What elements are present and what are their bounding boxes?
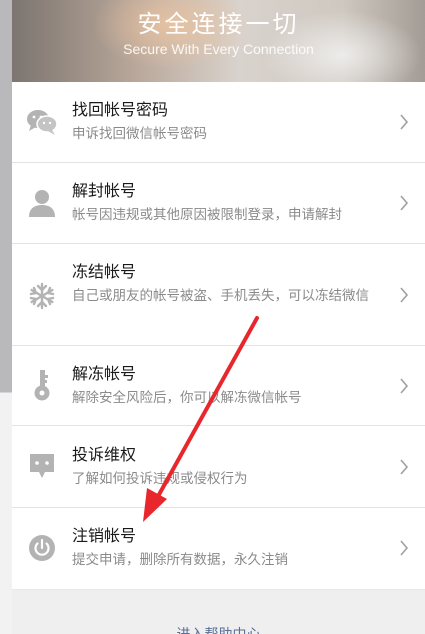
chevron-right-icon — [400, 378, 409, 394]
list-item-complaint[interactable]: 投诉维权 了解如何投诉违规或侵权行为 — [12, 426, 425, 508]
item-title: 投诉维权 — [72, 445, 137, 464]
item-title: 注销帐号 — [72, 526, 137, 545]
item-title: 解冻帐号 — [72, 364, 137, 383]
item-title: 找回帐号密码 — [72, 100, 169, 119]
chevron-right-icon — [400, 459, 409, 475]
footer-area: 进入帮助中心 — [12, 590, 425, 634]
item-description: 自己或朋友的帐号被盗、手机丢失，可以冻结微信 — [72, 288, 369, 304]
item-description: 了解如何投诉违规或侵权行为 — [72, 471, 248, 487]
item-description: 申诉找回微信帐号密码 — [72, 126, 207, 142]
person-icon — [26, 187, 58, 219]
power-icon — [26, 532, 58, 564]
list-item-unban-account[interactable]: 解封帐号 帐号因违规或其他原因被限制登录，申请解封 — [12, 163, 425, 244]
snowflake-icon — [26, 280, 58, 312]
list-item-unfreeze-account[interactable]: 解冻帐号 解除安全风险后，你可以解冻微信帐号 — [12, 346, 425, 426]
background-page-edge — [0, 0, 12, 634]
chat-bubbles-icon — [26, 106, 58, 138]
list-item-recover-password[interactable]: 找回帐号密码 申诉找回微信帐号密码 — [12, 82, 425, 163]
chevron-right-icon — [400, 540, 409, 556]
security-options-list: 找回帐号密码 申诉找回微信帐号密码 解封帐号 帐号因违规或其他原因被限制登录，申… — [12, 82, 425, 589]
item-description: 帐号因违规或其他原因被限制登录，申请解封 — [72, 207, 342, 223]
chevron-right-icon — [400, 114, 409, 130]
help-center-link[interactable]: 进入帮助中心 — [12, 624, 425, 634]
complaint-icon — [26, 450, 58, 482]
banner-subtitle: Secure With Every Connection — [123, 41, 314, 57]
chevron-right-icon — [400, 195, 409, 211]
item-description: 解除安全风险后，你可以解冻微信帐号 — [72, 390, 302, 406]
item-title: 冻结帐号 — [72, 262, 137, 281]
chevron-right-icon — [400, 287, 409, 303]
background-page-lower — [0, 392, 12, 634]
header-banner: 安全连接一切 Secure With Every Connection — [12, 0, 425, 82]
item-title: 解封帐号 — [72, 181, 137, 200]
banner-title: 安全连接一切 — [137, 10, 300, 38]
list-item-freeze-account[interactable]: 冻结帐号 自己或朋友的帐号被盗、手机丢失，可以冻结微信 — [12, 244, 425, 346]
key-icon — [26, 369, 58, 401]
wechat-security-center: 安全连接一切 Secure With Every Connection 找回帐号… — [0, 0, 425, 634]
list-item-delete-account[interactable]: 注销帐号 提交申请，删除所有数据，永久注销 — [12, 508, 425, 589]
item-description: 提交申请，删除所有数据，永久注销 — [72, 552, 288, 568]
